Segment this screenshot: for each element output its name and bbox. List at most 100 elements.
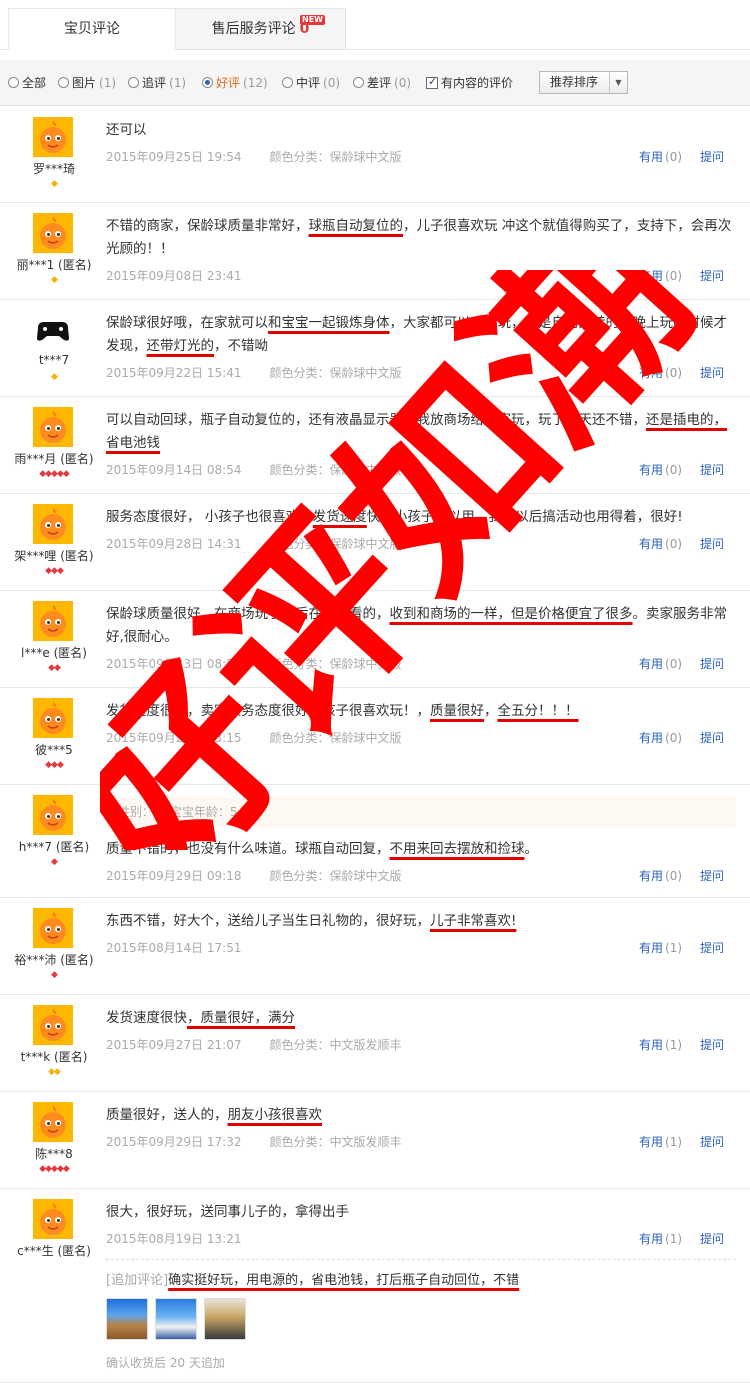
avatar[interactable] — [33, 117, 73, 157]
ask-button[interactable]: 提问 — [700, 537, 724, 551]
review-text-segment: 不错的商家，保龄球质量非常好， — [106, 218, 309, 234]
review-date: 2015年08月19日 13:21 — [106, 1232, 242, 1246]
review-date: 2015年09月29日 17:32 — [106, 1135, 242, 1149]
review-text: 可以自动回球，瓶子自动复位的，还有液晶显示器，我放商场给顾客玩，玩了几天还不错，… — [106, 409, 740, 455]
useful-count: (1) — [665, 941, 683, 955]
filter-all[interactable]: 全部 — [8, 74, 46, 91]
useful-button[interactable]: 有用 — [639, 1135, 663, 1149]
ask-button[interactable]: 提问 — [700, 869, 724, 883]
review-text: 很大，很好玩，送同事儿子的，拿得出手 — [106, 1204, 349, 1220]
review-actions: 有用 (1) 提问 — [639, 1036, 724, 1053]
useful-button[interactable]: 有用 — [639, 731, 663, 745]
avatar[interactable] — [33, 795, 73, 835]
review-text-segment: 东西不错，好大个，送给儿子当生日礼物的，很好玩， — [106, 913, 430, 929]
ask-button[interactable]: 提问 — [700, 1232, 724, 1246]
useful-count: (0) — [665, 537, 683, 551]
sku-info: 颜色分类：中文版发顺丰 — [269, 1038, 402, 1052]
review-image-thumbnail[interactable] — [155, 1298, 197, 1340]
review-actions: 有用 (0) 提问 — [639, 867, 724, 884]
useful-button[interactable]: 有用 — [639, 1038, 663, 1052]
filter-images[interactable]: 图片 (1) — [58, 74, 116, 91]
filter-neutral[interactable]: 中评 (0) — [282, 74, 340, 91]
ask-button[interactable]: 提问 — [700, 731, 724, 745]
ask-button[interactable]: 提问 — [700, 150, 724, 164]
review-text: 保龄球很好哦，在家就可以和宝宝一起锻炼身体，大家都可以一起玩，就是自动回转的，晚… — [106, 312, 740, 358]
radio-icon[interactable] — [128, 77, 139, 88]
radio-selected-icon[interactable] — [202, 77, 213, 88]
highlighted-phrase: ，质量很好，满分 — [187, 1010, 295, 1026]
review-date: 2015年09月27日 21:07 — [106, 1038, 242, 1052]
avatar[interactable] — [33, 213, 73, 253]
review-actions: 有用 (1) 提问 — [639, 1230, 724, 1247]
reviewer-level-icon: ◆ — [51, 275, 58, 285]
review-meta: 2015年08月19日 13:21 — [106, 1230, 241, 1247]
review-image-thumbnail[interactable] — [204, 1298, 246, 1340]
review-item: 雨***月 (匿名) ◆◆◆◆◆ 可以自动回球，瓶子自动复位的，还有液晶显示器，我放… — [0, 397, 750, 494]
avatar[interactable] — [33, 1102, 73, 1142]
reviewer-level-icon: ◆ — [51, 970, 58, 980]
reviewer-name: 彼***5 — [35, 743, 73, 757]
tab-after-sales-reviews[interactable]: 售后服务评论 0 NEW — [176, 8, 346, 50]
useful-button[interactable]: 有用 — [639, 537, 663, 551]
reviewer-name: t***7 — [38, 353, 70, 367]
ask-button[interactable]: 提问 — [700, 941, 724, 955]
useful-button[interactable]: 有用 — [639, 463, 663, 477]
review-text: 质量很好，送人的，朋友小孩很喜欢 — [106, 1104, 740, 1127]
useful-count: (1) — [665, 1232, 683, 1246]
review-meta: 2015年09月08日 23:41 — [106, 267, 241, 284]
useful-count: (0) — [665, 731, 683, 745]
useful-button[interactable]: 有用 — [639, 657, 663, 671]
useful-button[interactable]: 有用 — [639, 1232, 663, 1246]
reviewer-level-icon: ◆◆ — [48, 663, 61, 673]
review-actions: 有用 (0) 提问 — [639, 655, 724, 672]
review-text: 还可以 — [106, 122, 147, 138]
ask-button[interactable]: 提问 — [700, 366, 724, 380]
review-text-segment: ，不错呦 — [214, 338, 268, 354]
divider — [106, 1259, 736, 1260]
avatar[interactable] — [33, 908, 73, 948]
useful-button[interactable]: 有用 — [639, 869, 663, 883]
review-actions: 有用 (1) 提问 — [639, 939, 724, 956]
ask-button[interactable]: 提问 — [700, 1038, 724, 1052]
review-meta: 2015年09月25日 19:54 颜色分类：保龄球中文版 — [106, 148, 402, 165]
useful-button[interactable]: 有用 — [639, 269, 663, 283]
radio-icon[interactable] — [8, 77, 19, 88]
filter-has-content[interactable]: 有内容的评价 — [426, 74, 513, 91]
avatar[interactable] — [33, 504, 73, 544]
ask-button[interactable]: 提问 — [700, 463, 724, 477]
review-item: 彼***5 ◆◆◆ 发货速度很快，卖家服务态度很好，孩子很喜欢玩！，质量很好，全五分… — [0, 688, 750, 785]
review-text-segment: 质量很好，送人的， — [106, 1107, 228, 1123]
filter-followup[interactable]: 追评 (1) — [128, 74, 186, 91]
checkbox-checked-icon[interactable] — [426, 75, 438, 89]
sku-info: 颜色分类：保龄球中文版 — [269, 537, 402, 551]
radio-icon[interactable] — [282, 77, 293, 88]
sort-dropdown[interactable]: 推荐排序 ▼ — [539, 71, 628, 94]
avatar[interactable] — [33, 1199, 73, 1239]
review-text-segment: 快，小孩子可以用，我们以后搞活动也用得着，很好! — [366, 509, 683, 525]
tab-product-reviews[interactable]: 宝贝评论 — [8, 8, 176, 50]
review-date: 2015年09月29日 09:18 — [106, 869, 242, 883]
review-image-thumbnail[interactable] — [106, 1298, 148, 1340]
avatar[interactable] — [33, 407, 73, 447]
radio-icon[interactable] — [353, 77, 364, 88]
avatar[interactable] — [33, 310, 73, 350]
avatar[interactable] — [33, 601, 73, 641]
useful-button[interactable]: 有用 — [639, 366, 663, 380]
filter-negative[interactable]: 差评 (0) — [353, 74, 411, 91]
reviewer-name: 丽***1 (匿名) — [16, 258, 92, 272]
filter-positive[interactable]: 好评 (12) — [202, 74, 268, 91]
filter-label: 有内容的评价 — [441, 76, 514, 90]
avatar[interactable] — [33, 698, 73, 738]
useful-button[interactable]: 有用 — [639, 150, 663, 164]
ask-button[interactable]: 提问 — [700, 269, 724, 283]
review-text-segment: 发货速度很快，卖家服务态度很好，孩子很喜欢玩！， — [106, 703, 430, 719]
filter-label: 追评 — [142, 76, 167, 90]
ask-button[interactable]: 提问 — [700, 1135, 724, 1149]
review-text: 发货速度很快，质量很好，满分 — [106, 1007, 740, 1030]
avatar[interactable] — [33, 1005, 73, 1045]
useful-button[interactable]: 有用 — [639, 941, 663, 955]
sku-info: 颜色分类：保龄球中文版 — [269, 869, 402, 883]
review-actions: 有用 (0) 提问 — [639, 148, 724, 165]
radio-icon[interactable] — [58, 77, 69, 88]
ask-button[interactable]: 提问 — [700, 657, 724, 671]
